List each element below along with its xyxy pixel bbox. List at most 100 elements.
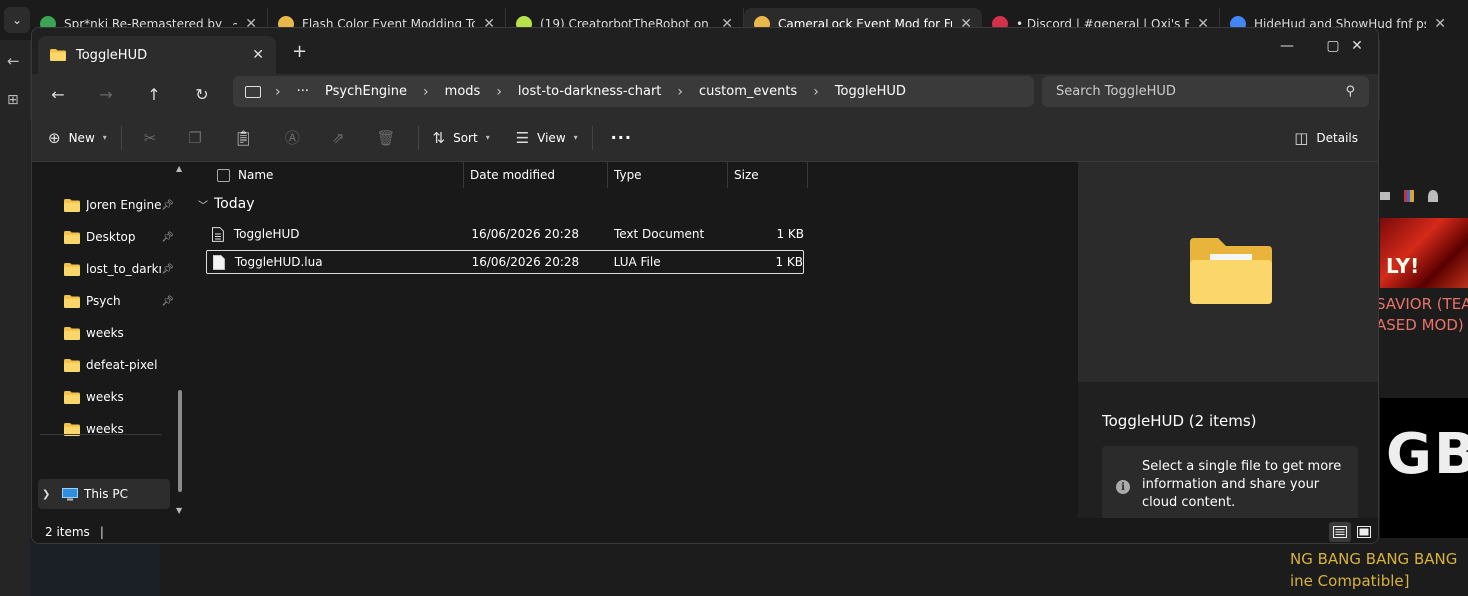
page-mini-icons xyxy=(1380,190,1438,202)
forward-button[interactable]: → xyxy=(90,78,122,110)
new-button-label: New xyxy=(68,130,95,145)
more-icon: ··· xyxy=(610,128,632,147)
sidebar-item-folder[interactable]: Joren Engine 📌︎ xyxy=(32,190,178,220)
sort-button-label: Sort xyxy=(453,130,478,145)
pin-icon: 📌︎ xyxy=(161,199,174,211)
folder-icon xyxy=(64,294,80,308)
more-options-button[interactable]: ··· xyxy=(599,122,644,154)
chevron-right-icon[interactable]: ❯ xyxy=(42,489,52,500)
sidebar-item-folder[interactable]: weeks xyxy=(32,318,178,348)
chevron-right-icon[interactable]: › xyxy=(677,84,683,100)
close-tab-icon[interactable]: ✕ xyxy=(252,47,264,63)
sidebar-item-folder[interactable]: weeks xyxy=(32,414,178,444)
copy-button[interactable]: ❐ xyxy=(172,122,217,154)
mod-title-link[interactable]: SAVIOR (TEA ASED MOD) xyxy=(1376,294,1468,336)
user-icon xyxy=(1428,190,1438,202)
explorer-tab[interactable]: ToggleHUD ✕ xyxy=(38,36,276,74)
cut-button[interactable]: ✂ xyxy=(128,122,173,154)
sidebar-item-folder[interactable]: lost_to_darkr 📌︎ xyxy=(32,254,178,284)
sidebar-item-label: Joren Engine xyxy=(86,198,162,212)
scroll-up-icon[interactable]: ▲ xyxy=(176,164,182,173)
view-list-icon: ☰ xyxy=(515,128,530,147)
apps-grid-icon[interactable]: ⊞ xyxy=(7,92,19,108)
mail-icon xyxy=(1380,192,1390,200)
file-name: ToggleHUD.lua xyxy=(234,255,323,269)
new-button[interactable]: ⊕ New ▾ xyxy=(40,122,115,154)
column-header-name[interactable]: Name xyxy=(232,162,464,188)
delete-button[interactable]: 🗑︎ xyxy=(360,122,411,154)
address-bar[interactable]: › ··· PsychEngine › mods › lost-to-darkn… xyxy=(233,76,1034,107)
mod-title-line: SAVIOR (TEA xyxy=(1376,295,1468,313)
sidebar-item-folder[interactable]: Psych 📌︎ xyxy=(32,286,178,316)
sidebar-item-label: defeat-pixel xyxy=(86,358,158,372)
chevron-right-icon[interactable]: › xyxy=(813,84,819,100)
details-button-label: Details xyxy=(1316,130,1358,145)
details-pane-icon: ◫ xyxy=(1294,128,1309,147)
sidebar-divider xyxy=(40,434,162,435)
share-icon: ⇗ xyxy=(331,128,345,147)
chevron-right-icon[interactable]: › xyxy=(496,84,502,100)
select-all-checkbox[interactable] xyxy=(217,169,230,182)
column-header-label: Date modified xyxy=(470,168,556,182)
mod-thumbnail[interactable]: LY! xyxy=(1380,218,1468,288)
mod-title-line: ASED MOD) xyxy=(1376,316,1464,334)
sidebar-item-label: Desktop xyxy=(86,230,136,244)
file-date: 16/06/2026 20:28 xyxy=(471,255,580,269)
back-button[interactable]: ← xyxy=(42,78,74,110)
details-pane: ToggleHUD (2 items) i Select a single fi… xyxy=(1078,162,1378,526)
chevron-right-icon[interactable]: › xyxy=(275,84,281,100)
breadcrumb-item[interactable]: custom_events xyxy=(699,84,797,99)
file-row-selected[interactable]: ToggleHUD.lua 16/06/2026 20:28 LUA File … xyxy=(206,250,804,274)
column-header-size[interactable]: Size xyxy=(728,162,808,188)
new-tab-icon[interactable]: + xyxy=(292,41,307,62)
column-header-type[interactable]: Type xyxy=(608,162,728,188)
tiles-view-button[interactable] xyxy=(1353,522,1375,542)
scrollbar-thumb[interactable] xyxy=(178,390,182,492)
paste-button[interactable]: 📋︎ xyxy=(218,122,269,154)
pin-icon: 📌︎ xyxy=(161,263,174,275)
chevron-right-icon[interactable]: › xyxy=(423,84,429,100)
tab-list-button[interactable]: ⌄ xyxy=(4,7,30,33)
sidebar-item-this-pc[interactable]: ❯ This PC xyxy=(38,479,170,509)
mod-thumbnail[interactable]: GB xyxy=(1380,398,1468,538)
minimize-button[interactable]: — xyxy=(1264,32,1310,60)
group-header-today[interactable]: ﹀ Today xyxy=(198,196,255,212)
sidebar-item-folder[interactable]: Desktop 📌︎ xyxy=(32,222,178,252)
explorer-tab-title: ToggleHUD xyxy=(76,47,148,63)
details-view-icon xyxy=(1333,526,1347,538)
toolbar-divider xyxy=(120,125,122,150)
breadcrumb-item[interactable]: lost-to-darkness-chart xyxy=(518,84,661,99)
up-button[interactable]: ↑ xyxy=(138,78,170,110)
file-type: LUA File xyxy=(613,255,661,269)
breadcrumb-overflow[interactable]: ··· xyxy=(297,84,309,99)
share-button[interactable]: ⇗ xyxy=(316,122,361,154)
back-arrow-icon[interactable]: ← xyxy=(7,52,20,70)
view-button[interactable]: ☰ View ▾ xyxy=(508,122,586,154)
column-header-date[interactable]: Date modified xyxy=(464,162,608,188)
column-header-label: Size xyxy=(734,168,759,182)
refresh-button[interactable]: ↻ xyxy=(186,78,218,110)
breadcrumb-item[interactable]: ToggleHUD xyxy=(835,84,906,99)
sidebar-item-folder[interactable]: defeat-pixel xyxy=(32,350,178,380)
navigation-scrollbar[interactable]: ▲ ▼ xyxy=(176,162,186,518)
sort-button[interactable]: ⇅ Sort ▾ xyxy=(425,122,498,154)
search-input[interactable]: Search ToggleHUD ⚲ xyxy=(1042,76,1369,107)
file-row[interactable]: ToggleHUD 16/06/2026 20:28 Text Document… xyxy=(206,222,804,246)
sidebar-item-label: Psych xyxy=(86,294,121,308)
scroll-down-icon[interactable]: ▼ xyxy=(176,506,182,515)
sidebar-item-folder[interactable]: weeks xyxy=(32,382,178,412)
computer-icon xyxy=(62,487,78,500)
details-view-button[interactable] xyxy=(1329,522,1351,542)
details-button[interactable]: ◫ Details xyxy=(1286,122,1366,154)
folder-icon xyxy=(1190,238,1272,304)
pin-icon: 📌︎ xyxy=(161,231,174,243)
rename-button[interactable]: Ⓐ xyxy=(269,122,316,154)
mod-title-link[interactable]: NG BANG BANG BANG ine Compatible] xyxy=(1290,548,1457,592)
toolbar-divider xyxy=(417,125,419,150)
close-tab-icon[interactable]: ✕ xyxy=(1434,16,1446,32)
navigation-bar: ← → ↑ ↻ › ··· PsychEngine › mods › lost-… xyxy=(32,74,1378,114)
breadcrumb-item[interactable]: mods xyxy=(445,84,481,99)
close-window-button[interactable]: ✕ xyxy=(1334,32,1378,60)
breadcrumb-item[interactable]: PsychEngine xyxy=(325,84,407,99)
folder-icon xyxy=(64,326,80,340)
